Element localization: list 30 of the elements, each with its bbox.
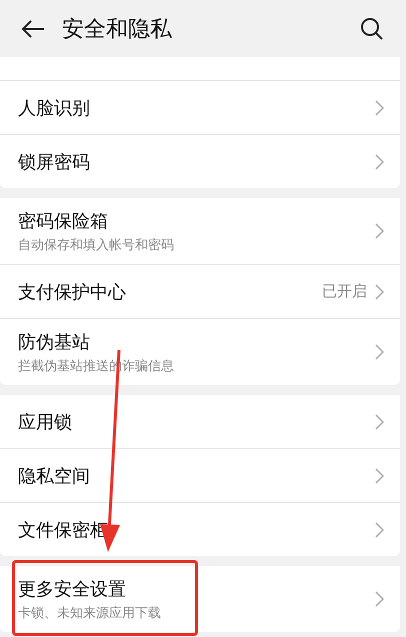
chevron-icon [375,591,384,607]
list-item[interactable]: 密码保险箱 自动保存和填入帐号和密码 [0,198,400,265]
item-title: 防伪基站 [18,330,91,354]
page-title: 安全和隐私 [62,16,173,44]
list-item[interactable]: 更多安全设置 卡锁、未知来源应用下载 [0,566,400,632]
chevron-icon [375,100,384,116]
item-title: 应用锁 [18,410,73,434]
search-icon[interactable] [360,16,384,40]
list-item[interactable]: 锁屏密码 [0,135,400,188]
item-title: 支付保护中心 [18,280,127,304]
back-arrow-icon[interactable] [20,18,46,40]
list-item[interactable]: 人脸识别 [0,81,400,135]
status-text: 已开启 [322,282,367,301]
item-description: 卡锁、未知来源应用下载 [18,604,162,622]
chevron-icon [375,154,384,170]
chevron-icon [375,223,384,239]
chevron-icon [375,522,384,538]
chevron-icon [375,468,384,484]
item-title: 锁屏密码 [18,150,91,174]
list-item[interactable]: 隐私空间 [0,449,400,503]
item-title: 人脸识别 [18,96,91,120]
chevron-icon [375,344,384,360]
chevron-icon [375,284,384,300]
item-title: 隐私空间 [18,464,91,488]
chevron-icon [375,414,384,430]
item-title: 密码保险箱 [18,210,109,232]
list-item[interactable]: 应用锁 [0,395,400,449]
list-item[interactable]: 支付保护中心 已开启 [0,265,400,319]
item-description: 自动保存和填入帐号和密码 [18,236,175,254]
item-title: 更多安全设置 [18,578,127,600]
